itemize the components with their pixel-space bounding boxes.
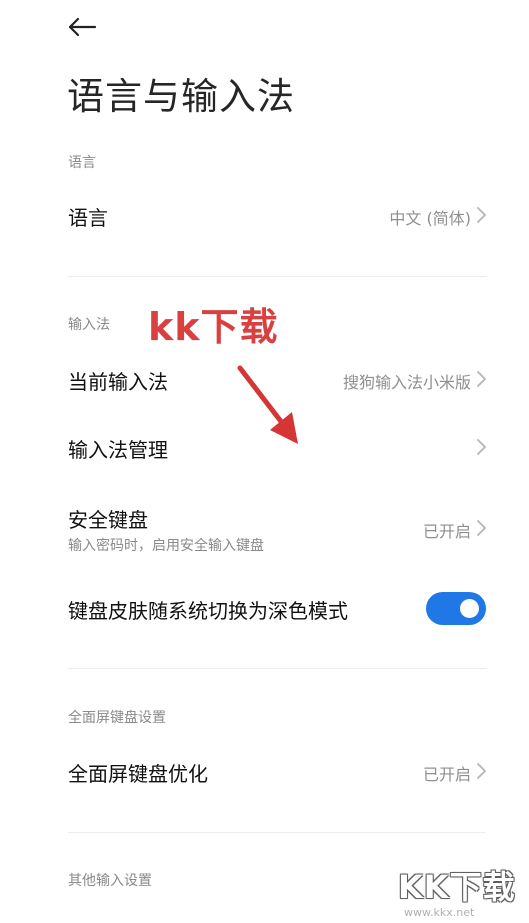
secure-keyboard-subtitle: 输入密码时，启用安全输入键盘 [68,538,264,554]
watermark-url: www.kkx.net [404,906,475,919]
secure-keyboard-row[interactable]: 安全键盘 输入密码时，启用安全输入键盘 已开启 [0,500,529,562]
language-row-value: 中文 (简体) [389,209,471,228]
divider [68,276,486,277]
chevron-right-icon [477,520,486,536]
chevron-right-icon [477,763,486,779]
section-label-other-input: 其他输入设置 [68,873,152,889]
kk-logo: KK下载 [398,868,516,906]
current-input-method-value: 搜狗输入法小米版 [342,373,471,392]
chevron-right-icon [477,371,486,387]
section-label-input-method: 输入法 [68,317,110,333]
divider [68,832,486,833]
dark-mode-toggle[interactable] [426,592,486,625]
secure-keyboard-status: 已开启 [422,522,471,541]
arrow-left-icon [68,17,97,37]
language-row[interactable]: 语言 中文 (简体) [0,190,529,242]
fullscreen-keyboard-optimize-row[interactable]: 全面屏键盘优化 已开启 [0,746,529,798]
language-row-title: 语言 [68,206,108,230]
section-label-language: 语言 [68,155,96,171]
chevron-right-icon [477,439,486,455]
back-button[interactable] [62,10,102,44]
input-method-management-title: 输入法管理 [68,438,168,462]
red-arrow-annotation [237,365,298,444]
watermark-text: kk下载 [148,305,279,349]
current-input-method-title: 当前输入法 [68,370,168,394]
fullscreen-keyboard-optimize-title: 全面屏键盘优化 [68,762,208,786]
toggle-knob [460,599,479,618]
section-label-fullscreen-keyboard: 全面屏键盘设置 [68,710,166,726]
page-title: 语言与输入法 [67,75,295,118]
divider [68,668,486,669]
fullscreen-keyboard-optimize-status: 已开启 [422,765,471,784]
secure-keyboard-title: 安全键盘 [68,508,148,532]
chevron-right-icon [477,207,486,223]
dark-skin-title: 键盘皮肤随系统切换为深色模式 [68,599,348,623]
